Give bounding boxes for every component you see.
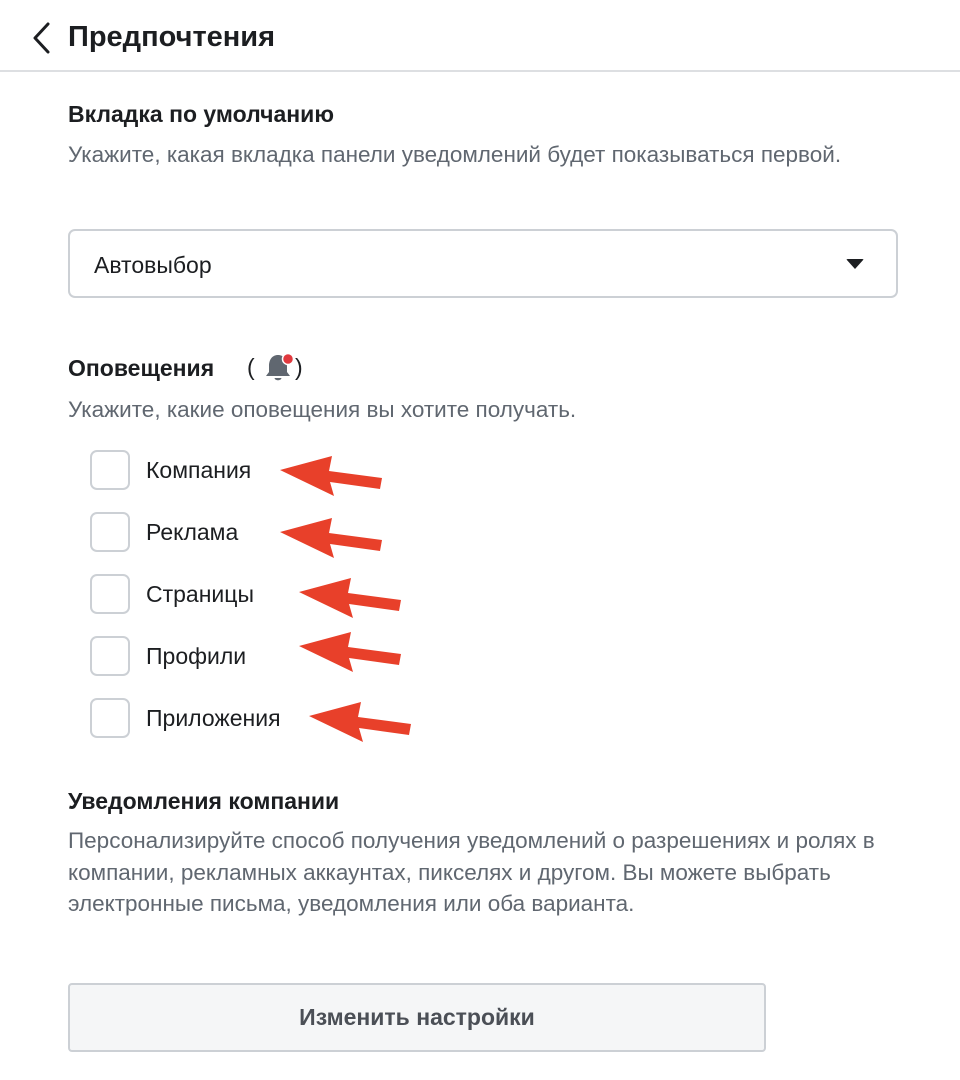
checkbox-label: Приложения [146, 705, 281, 731]
bell-paren-open: ( [247, 354, 255, 380]
default-tab-title: Вкладка по умолчанию [68, 101, 334, 127]
checkbox[interactable] [90, 698, 130, 738]
back-button[interactable] [24, 18, 60, 58]
caret-down-icon [846, 259, 864, 269]
alerts-description: Укажите, какие оповещения вы хотите полу… [68, 397, 577, 422]
checkbox[interactable] [90, 574, 130, 614]
bell-with-red-dot-icon [266, 352, 295, 381]
red-arrow-icon [280, 518, 382, 558]
chevron-left-icon [33, 22, 50, 54]
default-tab-select-value: Автовыбор [94, 252, 212, 278]
change-settings-button[interactable]: Изменить настройки [68, 983, 766, 1052]
red-arrow-icon [280, 456, 382, 496]
checkbox[interactable] [90, 636, 130, 676]
page-title: Предпочтения [68, 21, 276, 53]
company-notifications-title: Уведомления компании [68, 788, 340, 814]
checkbox-label: Реклама [146, 519, 239, 545]
checkbox[interactable] [90, 512, 130, 552]
red-arrow-icon [309, 702, 411, 742]
bell-paren-close: ) [295, 354, 303, 380]
checkbox[interactable] [90, 450, 130, 490]
company-notifications-description: Персонализируйте способ получения уведом… [68, 828, 875, 916]
default-tab-description: Укажите, какая вкладка панели уведомлени… [68, 142, 842, 167]
red-arrow-icon [299, 578, 401, 618]
checkbox-label: Компания [146, 457, 252, 483]
checkbox-label: Профили [146, 643, 247, 669]
alerts-title: Оповещения [68, 355, 215, 381]
red-arrow-icon [299, 632, 401, 672]
default-tab-select[interactable]: Автовыбор [68, 229, 898, 298]
header: Предпочтения [0, 0, 960, 72]
checkbox-label: Страницы [146, 581, 254, 607]
